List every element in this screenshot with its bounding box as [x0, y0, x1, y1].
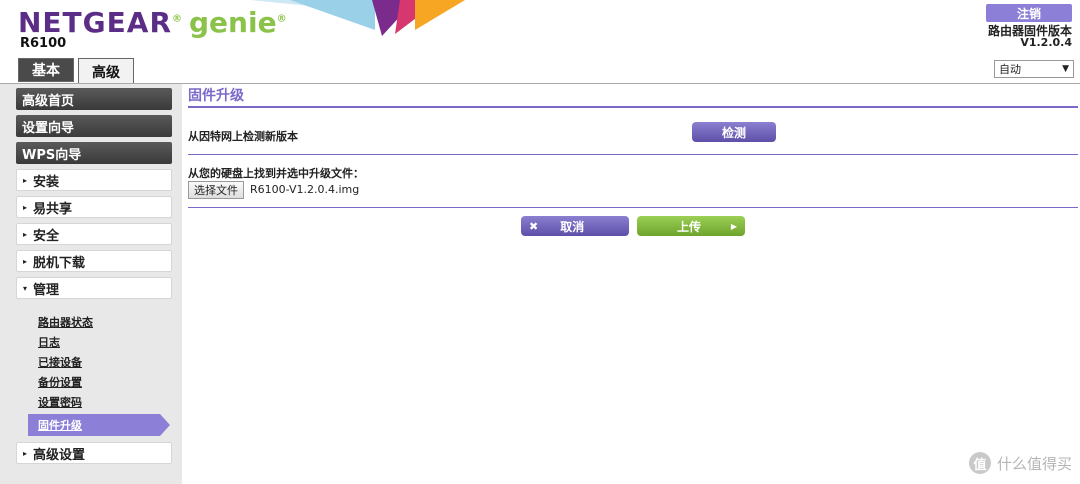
submenu-set-password[interactable]: 设置密码 — [38, 392, 172, 412]
model-name: R6100 — [20, 36, 67, 51]
sidebar-item-label: 管理 — [33, 282, 60, 298]
local-upload-row: 从您的硬盘上找到并选中升级文件： 选择文件 R6100-V1.2.0.4.img — [188, 155, 1078, 207]
internet-check-label: 从因特网上检测新版本 — [188, 130, 298, 143]
watermark-text: 什么值得买 — [996, 454, 1072, 473]
sidebar-item-label: 安装 — [33, 174, 60, 190]
sidebar-item-wps-wizard[interactable]: WPS向导 — [16, 142, 172, 164]
choose-file-button[interactable]: 选择文件 — [188, 181, 244, 199]
collapse-arrow-icon: ▾ — [23, 283, 28, 293]
check-button[interactable]: 检测 — [692, 122, 776, 142]
sidebar-item-label: 高级设置 — [33, 447, 86, 463]
watermark-logo-icon: 值 — [968, 452, 991, 474]
expand-arrow-icon: ▸ — [23, 202, 28, 212]
tab-basic[interactable]: 基本 — [18, 58, 74, 82]
tab-advanced[interactable]: 高级 — [78, 58, 134, 84]
sidebar-item-readyshare[interactable]: ▸ 易共享 — [16, 196, 172, 218]
submenu-attached-devices[interactable]: 已接设备 — [38, 352, 172, 372]
logout-button[interactable]: 注销 — [986, 4, 1072, 22]
sidebar: 高级首页 设置向导 WPS向导 ▸ 安装 ▸ 易共享 ▸ 安全 ▸ 脱机下载 ▾… — [0, 84, 182, 484]
cancel-button[interactable]: ✖ 取消 — [521, 216, 629, 236]
sidebar-item-label: 脱机下载 — [33, 255, 86, 271]
expand-arrow-icon: ▸ — [23, 448, 28, 458]
page-title: 固件升级 — [188, 88, 244, 104]
upload-button[interactable]: 上传 ▶ — [637, 216, 745, 236]
internet-check-row: 从因特网上检测新版本 检测 — [188, 108, 1078, 154]
language-select[interactable]: 自动 ▼ — [994, 60, 1074, 78]
local-file-label: 从您的硬盘上找到并选中升级文件： — [188, 167, 364, 180]
submenu-backup-settings[interactable]: 备份设置 — [38, 372, 172, 392]
expand-arrow-icon: ▸ — [23, 256, 28, 266]
dropdown-arrow-icon: ▼ — [1062, 64, 1069, 74]
sidebar-item-administration[interactable]: ▾ 管理 — [16, 277, 172, 299]
firmware-version-value: V1.2.0.4 — [1020, 36, 1072, 49]
submenu-router-status[interactable]: 路由器状态 — [38, 312, 172, 332]
expand-arrow-icon: ▸ — [23, 229, 28, 239]
header: NETGEAR® genie® R6100 基本 高级 注销 路由器固件版本 V1… — [0, 0, 1080, 84]
close-icon: ✖ — [529, 219, 539, 233]
brand-decoration-icon — [250, 0, 465, 36]
expand-arrow-icon: ▸ — [23, 175, 28, 185]
netgear-genie-logo: NETGEAR® genie® — [18, 6, 288, 39]
selected-file-name: R6100-V1.2.0.4.img — [250, 183, 360, 196]
upload-label: 上传 — [677, 219, 702, 234]
sidebar-item-offline-download[interactable]: ▸ 脱机下载 — [16, 250, 172, 272]
action-buttons: ✖ 取消 上传 ▶ — [188, 208, 1078, 238]
sidebar-item-security[interactable]: ▸ 安全 — [16, 223, 172, 245]
sidebar-item-advanced-setup[interactable]: ▸ 高级设置 — [16, 442, 172, 464]
administration-submenu: 路由器状态 日志 已接设备 备份设置 设置密码 固件升级 — [16, 304, 172, 436]
sidebar-item-label: 安全 — [33, 228, 60, 244]
brand-reg-mark: ® — [172, 13, 183, 25]
submenu-logs[interactable]: 日志 — [38, 332, 172, 352]
language-selected-value: 自动 — [999, 63, 1021, 76]
cancel-label: 取消 — [560, 219, 585, 234]
sidebar-item-setup[interactable]: ▸ 安装 — [16, 169, 172, 191]
sidebar-item-label: 易共享 — [33, 201, 73, 217]
play-arrow-icon: ▶ — [730, 221, 737, 231]
sidebar-item-advanced-home[interactable]: 高级首页 — [16, 88, 172, 110]
submenu-firmware-update[interactable]: 固件升级 — [28, 414, 170, 436]
brand-name: NETGEAR — [18, 6, 172, 39]
mode-tabs: 基本 高级 — [18, 58, 134, 84]
sidebar-item-setup-wizard[interactable]: 设置向导 — [16, 115, 172, 137]
watermark: 值 什么值得买 — [968, 452, 1072, 474]
main-content: 固件升级 从因特网上检测新版本 检测 从您的硬盘上找到并选中升级文件： 选择文件… — [188, 84, 1078, 484]
